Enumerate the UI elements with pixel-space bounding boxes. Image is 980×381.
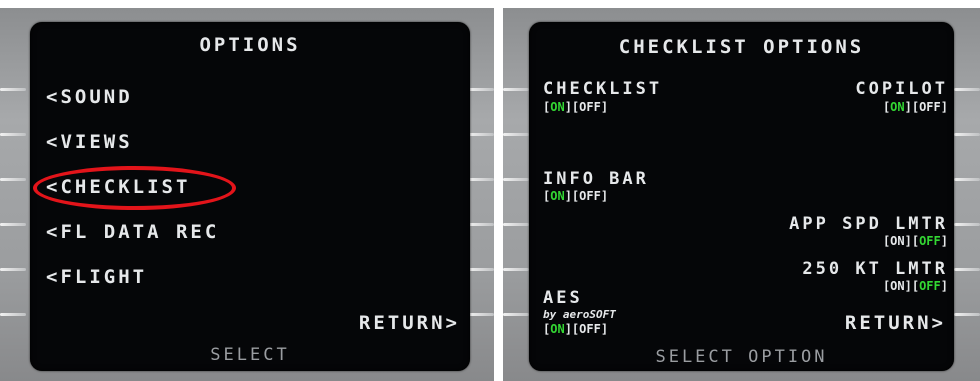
footer-prompt: SELECT OPTION xyxy=(655,347,828,367)
on-option[interactable]: ON xyxy=(890,279,904,293)
aes-toggle[interactable]: [ON][OFF] xyxy=(543,322,608,336)
lsk-right-3[interactable] xyxy=(954,178,980,181)
menu-item-fl-data-rec[interactable]: <FL DATA REC xyxy=(46,221,219,243)
lsk-right-4[interactable] xyxy=(468,223,494,226)
info-bar-toggle[interactable]: [ON][OFF] xyxy=(543,189,608,203)
menu-item-flight[interactable]: <FLIGHT xyxy=(46,266,147,288)
return-button[interactable]: RETURN> xyxy=(845,312,946,334)
off-option[interactable]: OFF xyxy=(919,100,941,114)
lsk-left-4[interactable] xyxy=(0,223,26,226)
on-option[interactable]: ON xyxy=(890,100,904,114)
aes-label: AES xyxy=(543,288,583,308)
right-mcdu-screen: CHECKLIST OPTIONS CHECKLIST [ON][OFF] CO… xyxy=(529,22,954,371)
lsk-left-2[interactable] xyxy=(503,133,529,136)
menu-item-sound[interactable]: <SOUND xyxy=(46,86,133,108)
lsk-right-5[interactable] xyxy=(468,268,494,271)
off-option[interactable]: OFF xyxy=(919,234,941,248)
lsk-right-6[interactable] xyxy=(954,313,980,316)
right-mcdu-bezel: CHECKLIST OPTIONS CHECKLIST [ON][OFF] CO… xyxy=(503,8,980,381)
page-title: OPTIONS xyxy=(199,34,301,56)
info-bar-label: INFO BAR xyxy=(543,169,649,189)
aes-sublabel: by aeroSOFT xyxy=(543,308,616,321)
off-option[interactable]: OFF xyxy=(919,279,941,293)
on-option[interactable]: ON xyxy=(550,100,564,114)
lsk-left-5[interactable] xyxy=(503,268,529,271)
kt-lmtr-label: 250 KT LMTR xyxy=(802,259,948,279)
lsk-left-1[interactable] xyxy=(503,88,529,91)
lsk-left-5[interactable] xyxy=(0,268,26,271)
checklist-label: CHECKLIST xyxy=(543,79,663,99)
checklist-toggle[interactable]: [ON][OFF] xyxy=(543,100,608,114)
on-option[interactable]: ON xyxy=(890,234,904,248)
lsk-left-6[interactable] xyxy=(0,313,26,316)
kt-lmtr-toggle[interactable]: [ON][OFF] xyxy=(883,279,948,293)
lsk-right-2[interactable] xyxy=(468,133,494,136)
lsk-right-4[interactable] xyxy=(954,223,980,226)
off-option[interactable]: OFF xyxy=(579,189,601,203)
lsk-right-2[interactable] xyxy=(954,133,980,136)
lsk-left-6[interactable] xyxy=(503,313,529,316)
return-button[interactable]: RETURN> xyxy=(359,312,460,334)
off-option[interactable]: OFF xyxy=(579,322,601,336)
copilot-toggle[interactable]: [ON][OFF] xyxy=(883,100,948,114)
page-title: CHECKLIST OPTIONS xyxy=(618,36,865,58)
lsk-left-3[interactable] xyxy=(0,178,26,181)
app-spd-lmtr-label: APP SPD LMTR xyxy=(789,214,948,234)
lsk-right-3[interactable] xyxy=(468,178,494,181)
lsk-right-5[interactable] xyxy=(954,268,980,271)
lsk-left-4[interactable] xyxy=(503,223,529,226)
on-option[interactable]: ON xyxy=(550,189,564,203)
lsk-left-1[interactable] xyxy=(0,88,26,91)
lsk-left-3[interactable] xyxy=(503,178,529,181)
menu-item-views[interactable]: <VIEWS xyxy=(46,131,133,153)
off-option[interactable]: OFF xyxy=(579,100,601,114)
lsk-left-2[interactable] xyxy=(0,133,26,136)
footer-prompt: SELECT xyxy=(210,345,290,365)
lsk-right-6[interactable] xyxy=(468,313,494,316)
app-spd-lmtr-toggle[interactable]: [ON][OFF] xyxy=(883,234,948,248)
lsk-right-1[interactable] xyxy=(954,88,980,91)
copilot-label: COPILOT xyxy=(855,79,948,99)
on-option[interactable]: ON xyxy=(550,322,564,336)
highlight-ellipse xyxy=(33,166,236,210)
lsk-right-1[interactable] xyxy=(468,88,494,91)
